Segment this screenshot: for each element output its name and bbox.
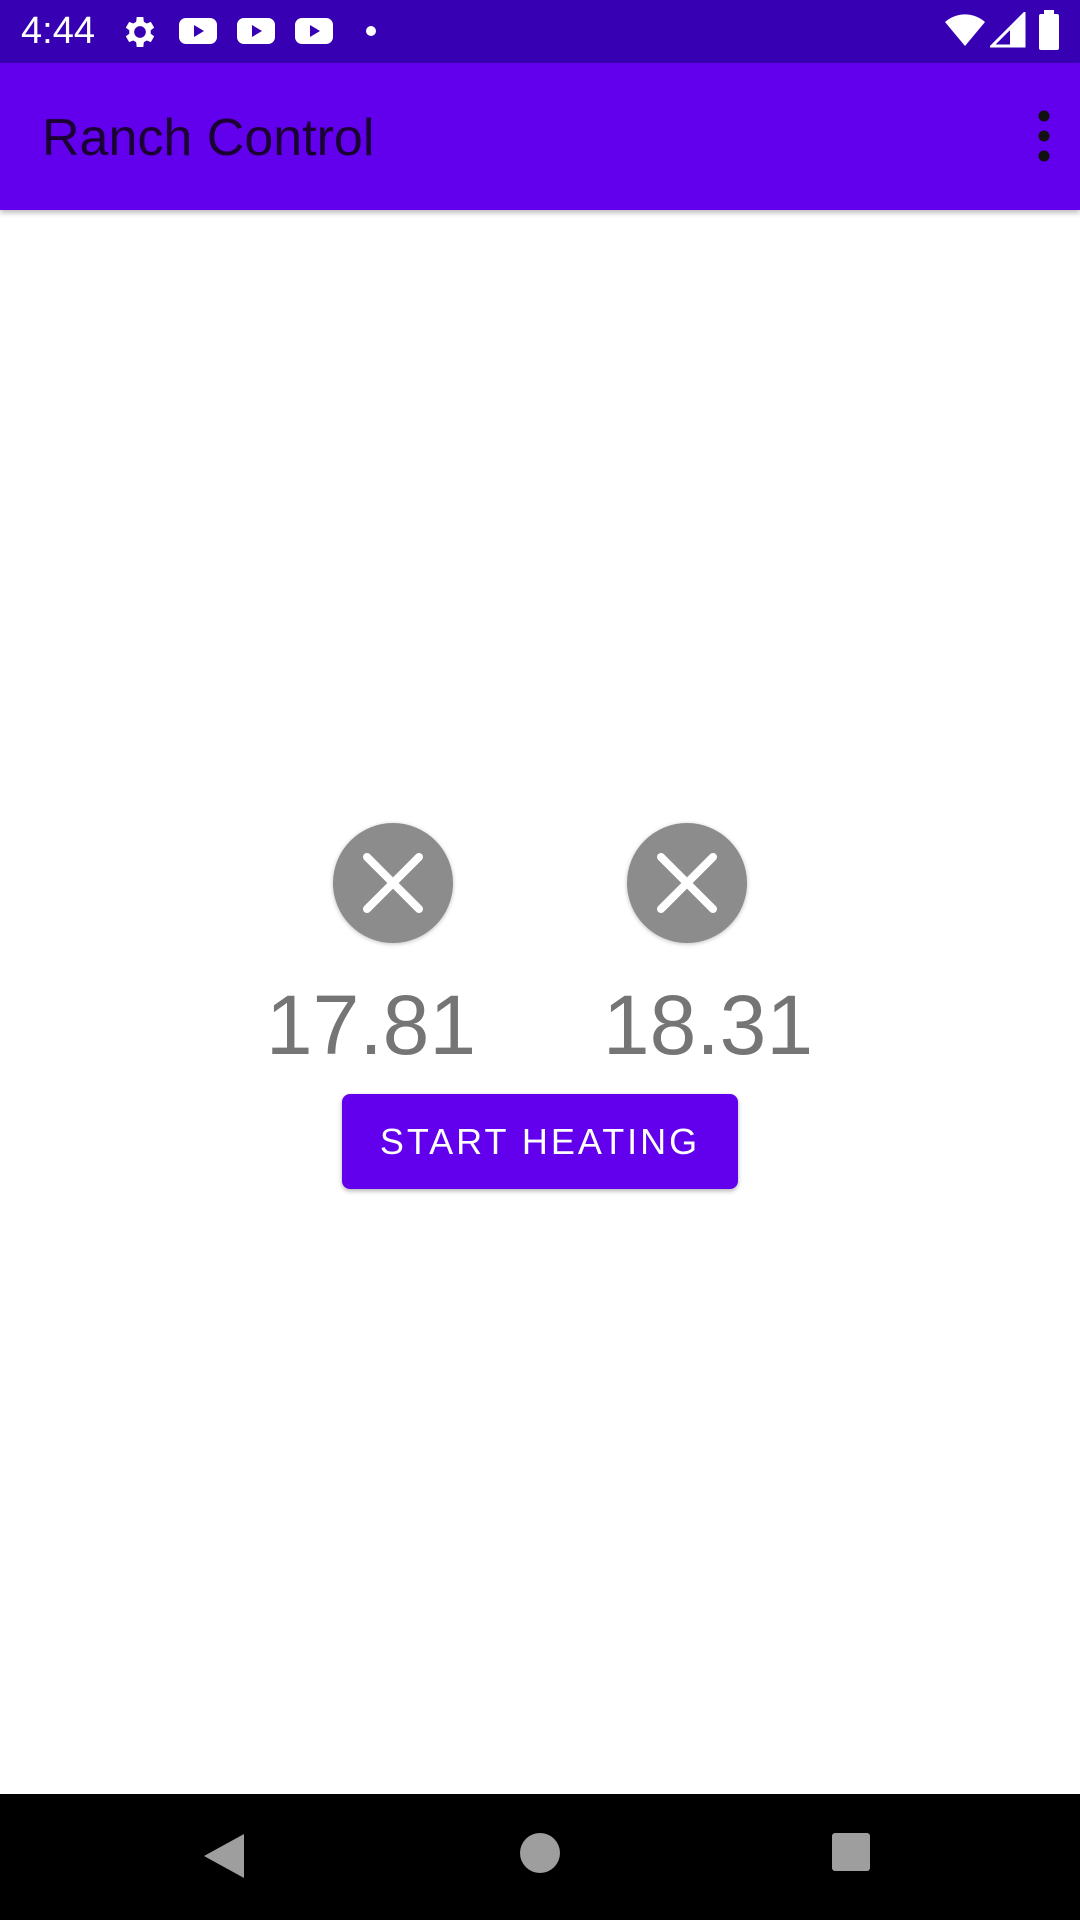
cell-signal-icon (990, 12, 1026, 48)
wifi-icon (945, 14, 985, 46)
sensor-1-status (333, 823, 453, 943)
navigation-bar (0, 1794, 1080, 1920)
close-circle-icon (363, 853, 423, 913)
settings-icon (125, 17, 155, 47)
dot-icon (366, 26, 376, 36)
app-title: Ranch Control (42, 109, 375, 167)
home-icon[interactable] (517, 1830, 563, 1876)
status-time: 4:44 (21, 10, 95, 52)
status-bar: 4:44 (0, 0, 1080, 63)
recents-icon[interactable] (829, 1830, 873, 1874)
youtube-icon (237, 18, 275, 44)
youtube-icon (179, 18, 217, 44)
sensor-2-status (627, 823, 747, 943)
more-vert-icon[interactable] (1002, 103, 1062, 169)
youtube-icon (295, 18, 333, 44)
app-screen: 4:44 Ranch Control 17.81 18.31 START HEA… (0, 0, 1080, 1920)
app-bar: Ranch Control (0, 63, 1080, 210)
sensor-2-temperature: 18.31 (602, 978, 814, 1072)
back-icon[interactable] (198, 1830, 250, 1882)
sensor-1-temperature: 17.81 (265, 978, 477, 1072)
close-circle-icon (657, 853, 717, 913)
battery-icon (1039, 10, 1059, 50)
start-heating-button[interactable]: START HEATING (342, 1094, 738, 1189)
